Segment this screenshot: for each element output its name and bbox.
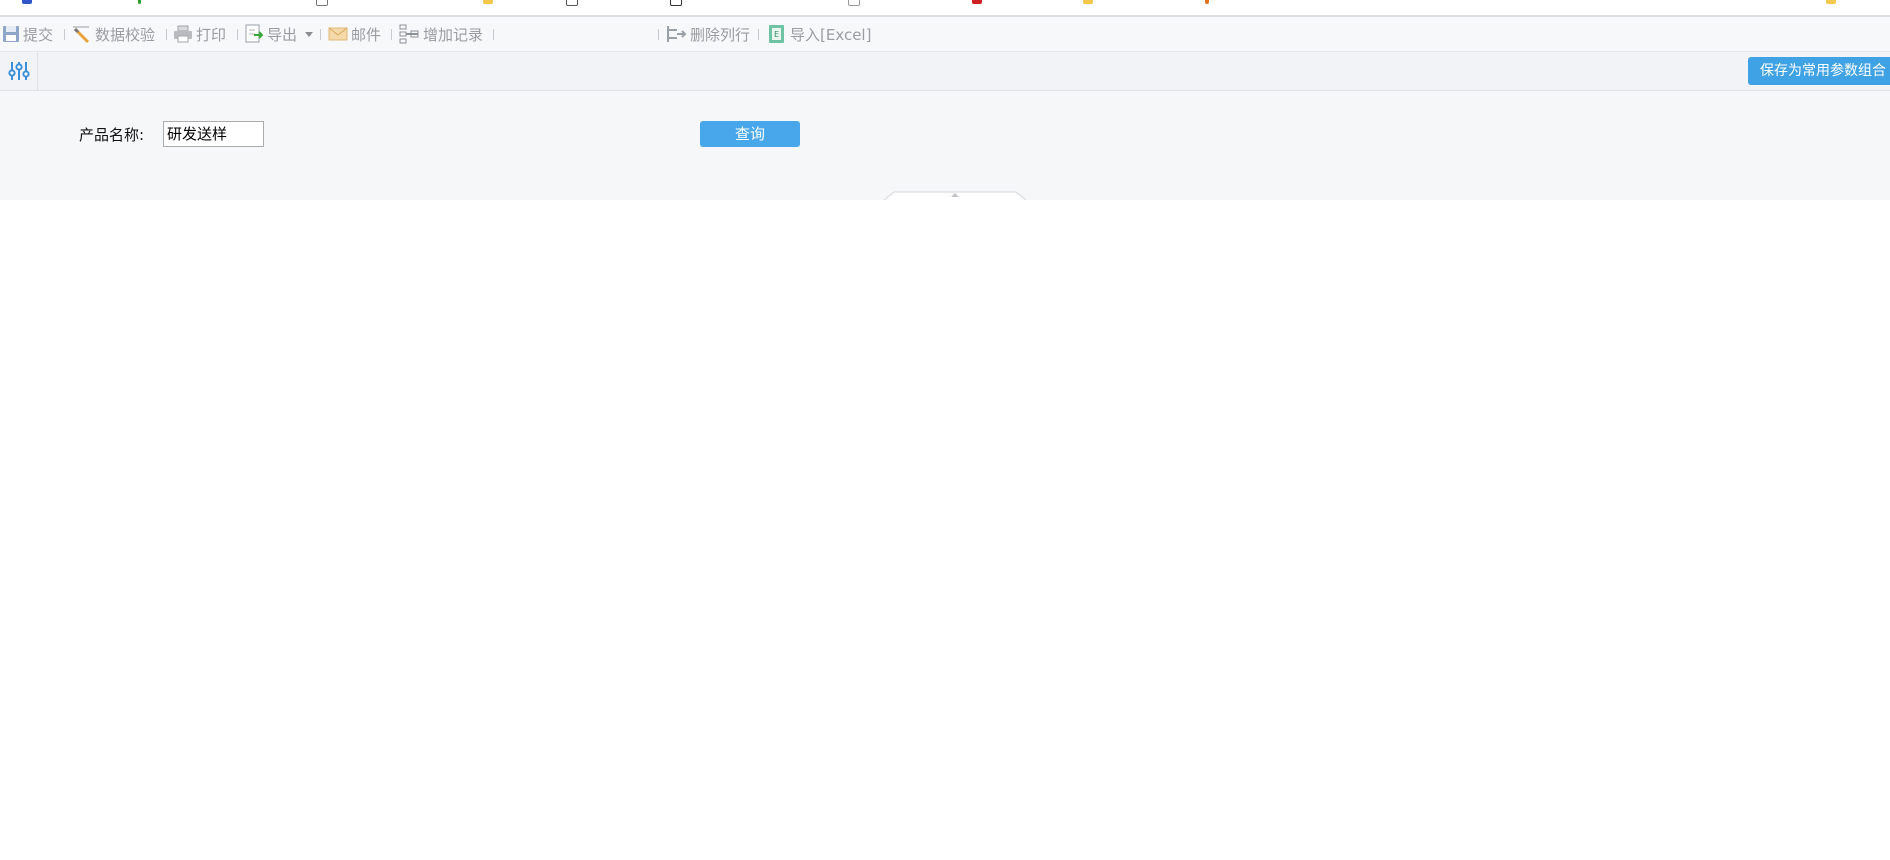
print-label: 打印 [196,25,227,44]
submit-label: 提交 [23,25,54,44]
bookmarks-strip [0,0,1890,17]
chevron-down-icon[interactable] [305,31,314,37]
add-record-icon [399,24,419,44]
collapse-panel-handle[interactable] [884,191,1026,200]
bookmark-icon[interactable] [1205,0,1209,4]
mail-label: 邮件 [351,25,382,44]
add-record-button[interactable]: 增加记录 [398,17,483,51]
bookmark-icon[interactable] [566,0,578,6]
params-header: 保存为常用参数组合 [0,52,1890,91]
product-name-label: 产品名称: [79,126,145,144]
bookmark-icon[interactable] [1083,0,1093,4]
validate-label: 数据校验 [95,25,156,44]
toolbar-separator [493,29,494,40]
query-button[interactable]: 查询 [700,121,800,147]
toolbar: 提交 数据校验 打印 导出 邮件 增加记录 删除列行 E 导入[Excel] [0,17,1890,52]
product-name-input[interactable]: 研发送样 [163,121,264,147]
settings-toggle-button[interactable] [0,52,38,90]
bookmark-icon[interactable] [848,0,860,6]
validate-icon [73,26,90,44]
bookmark-icon[interactable] [138,0,141,4]
save-params-button[interactable]: 保存为常用参数组合 [1748,57,1890,85]
params-panel: 产品名称: 研发送样 查询 [0,91,1890,200]
excel-import-button[interactable]: E 导入[Excel] [767,17,871,51]
sliders-icon [7,62,30,80]
print-icon [174,25,192,43]
bookmark-icon[interactable] [22,0,32,4]
export-label: 导出 [267,25,298,44]
add-record-label: 增加记录 [423,25,484,44]
validate-button[interactable]: 数据校验 [72,17,155,51]
bookmark-icon[interactable] [1826,0,1836,4]
bookmark-icon[interactable] [483,0,493,4]
toolbar-separator [391,29,392,40]
excel-import-label: 导入[Excel] [790,25,872,44]
toolbar-separator [166,29,167,40]
bookmark-icon[interactable] [316,0,328,6]
svg-text:E: E [774,30,779,39]
mail-icon [328,27,348,41]
excel-import-icon: E [769,25,784,43]
print-button[interactable]: 打印 [173,17,226,51]
submit-button[interactable]: 提交 [2,17,53,51]
bookmark-icon[interactable] [670,0,682,6]
save-icon [3,26,19,42]
toolbar-separator [64,29,65,40]
delete-row-button[interactable]: 删除列行 [665,17,750,51]
toolbar-separator [658,29,659,40]
delete-row-label: 删除列行 [690,25,751,44]
delete-row-icon [667,26,687,42]
toolbar-separator [237,29,238,40]
bookmark-icon[interactable] [972,0,982,4]
export-button[interactable]: 导出 [244,17,314,51]
export-icon [245,24,264,43]
toolbar-separator [758,29,759,40]
mail-button[interactable]: 邮件 [328,17,381,51]
toolbar-separator [320,29,321,40]
